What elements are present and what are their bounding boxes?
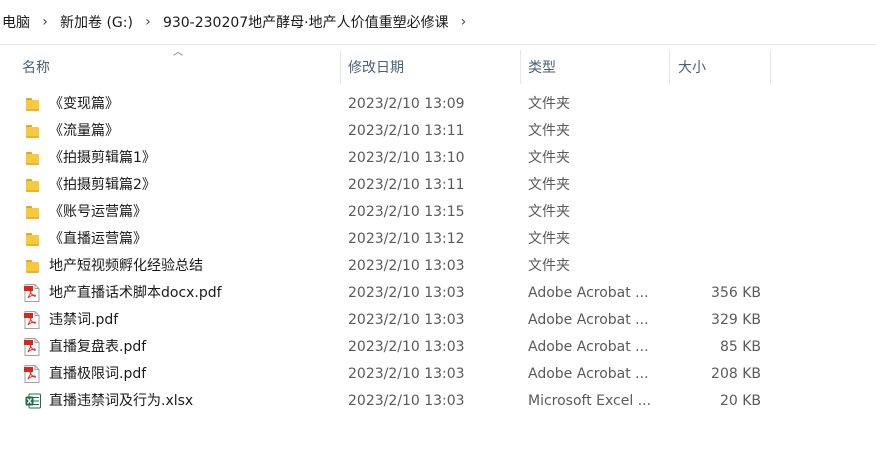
column-divider[interactable] [770,50,771,84]
breadcrumb-item-folder[interactable]: 930-230207地产酵母·地产人价值重塑必修课 [161,12,451,32]
file-type: 文件夹 [528,204,570,220]
column-header-bar: ︿ 名称 修改日期 类型 大小 [0,45,876,89]
chevron-right-icon[interactable]: › [32,14,58,30]
file-size [680,226,761,253]
file-date: 2023/2/10 13:03 [348,393,465,409]
file-date: 2023/2/10 13:03 [348,312,465,328]
column-header-type[interactable]: 类型 [524,45,669,89]
file-row[interactable]: 直播违禁词及行为.xlsx 2023/2/10 13:03 Microsoft … [0,388,876,415]
file-size [680,253,761,280]
file-name: 地产短视频孵化经验总结 [49,258,203,274]
file-date: 2023/2/10 13:03 [348,366,465,382]
file-date: 2023/2/10 13:03 [348,258,465,274]
breadcrumb-item-drive[interactable]: 新加卷 (G:) [58,12,135,32]
file-type: Adobe Acrobat ... [528,339,649,355]
file-type: Microsoft Excel ... [528,393,652,409]
folder-icon [24,172,42,199]
file-size: 356 KB [711,285,761,301]
file-date: 2023/2/10 13:03 [348,339,465,355]
column-divider[interactable] [340,50,341,84]
column-header-date-label: 修改日期 [348,60,404,76]
file-type: 文件夹 [528,96,570,112]
folder-icon [24,118,42,145]
column-header-name[interactable]: 名称 [18,45,340,89]
breadcrumb-item-computer[interactable]: 电脑 [0,12,32,32]
file-size [680,91,761,118]
folder-icon [24,91,42,118]
file-row[interactable]: 直播复盘表.pdf 2023/2/10 13:03 Adobe Acrobat … [0,334,876,361]
file-row[interactable]: 地产短视频孵化经验总结 2023/2/10 13:03 文件夹 [0,253,876,280]
file-row[interactable]: 违禁词.pdf 2023/2/10 13:03 Adobe Acrobat ..… [0,307,876,334]
pdf-icon [24,307,42,334]
file-date: 2023/2/10 13:09 [348,96,465,112]
column-divider[interactable] [669,50,670,84]
file-type: 文件夹 [528,231,570,247]
file-date: 2023/2/10 13:12 [348,231,465,247]
file-row[interactable]: 地产直播话术脚本docx.pdf 2023/2/10 13:03 Adobe A… [0,280,876,307]
file-name: 地产直播话术脚本docx.pdf [49,285,222,301]
file-row[interactable]: 直播极限词.pdf 2023/2/10 13:03 Adobe Acrobat … [0,361,876,388]
file-name: 《拍摄剪辑篇2》 [49,177,156,193]
pdf-icon [24,334,42,361]
file-row[interactable]: 《拍摄剪辑篇2》 2023/2/10 13:11 文件夹 [0,172,876,199]
file-date: 2023/2/10 13:11 [348,177,465,193]
file-size: 329 KB [711,312,761,328]
file-row[interactable]: 《直播运营篇》 2023/2/10 13:12 文件夹 [0,226,876,253]
file-type: 文件夹 [528,150,570,166]
column-header-date[interactable]: 修改日期 [344,45,520,89]
file-type: 文件夹 [528,177,570,193]
file-size: 20 KB [719,393,761,409]
file-type: Adobe Acrobat ... [528,312,649,328]
breadcrumb: 电脑 › 新加卷 (G:) › 930-230207地产酵母·地产人价值重塑必修… [0,0,876,45]
file-size [680,118,761,145]
column-header-size[interactable]: 大小 [674,45,770,89]
file-row[interactable]: 《拍摄剪辑篇1》 2023/2/10 13:10 文件夹 [0,145,876,172]
folder-icon [24,226,42,253]
file-date: 2023/2/10 13:03 [348,285,465,301]
column-divider[interactable] [520,50,521,84]
column-header-type-label: 类型 [528,60,556,76]
file-date: 2023/2/10 13:10 [348,150,465,166]
file-name: 直播复盘表.pdf [49,339,147,355]
file-type: Adobe Acrobat ... [528,285,649,301]
folder-icon [24,253,42,280]
column-header-size-label: 大小 [678,60,706,76]
file-name: 《拍摄剪辑篇1》 [49,150,156,166]
file-size [680,172,761,199]
chevron-right-icon[interactable]: › [461,14,467,30]
folder-icon [24,145,42,172]
pdf-icon [24,280,42,307]
file-date: 2023/2/10 13:11 [348,123,465,139]
file-row[interactable]: 《变现篇》 2023/2/10 13:09 文件夹 [0,91,876,118]
file-name: 《流量篇》 [49,123,119,139]
file-type: Adobe Acrobat ... [528,366,649,382]
file-name: 违禁词.pdf [49,312,119,328]
excel-icon [24,388,42,415]
file-size: 208 KB [711,366,761,382]
file-size: 85 KB [719,339,761,355]
file-type: 文件夹 [528,258,570,274]
file-type: 文件夹 [528,123,570,139]
file-name: 《变现篇》 [49,96,119,112]
file-size [680,199,761,226]
file-name: 直播极限词.pdf [49,366,147,382]
file-date: 2023/2/10 13:15 [348,204,465,220]
column-header-name-label: 名称 [22,60,50,76]
folder-icon [24,199,42,226]
file-size [680,145,761,172]
pdf-icon [24,361,42,388]
chevron-right-icon[interactable]: › [135,14,161,30]
file-name: 直播违禁词及行为.xlsx [49,393,194,409]
file-row[interactable]: 《流量篇》 2023/2/10 13:11 文件夹 [0,118,876,145]
file-row[interactable]: 《账号运营篇》 2023/2/10 13:15 文件夹 [0,199,876,226]
file-name: 《直播运营篇》 [49,231,147,247]
file-name: 《账号运营篇》 [49,204,147,220]
